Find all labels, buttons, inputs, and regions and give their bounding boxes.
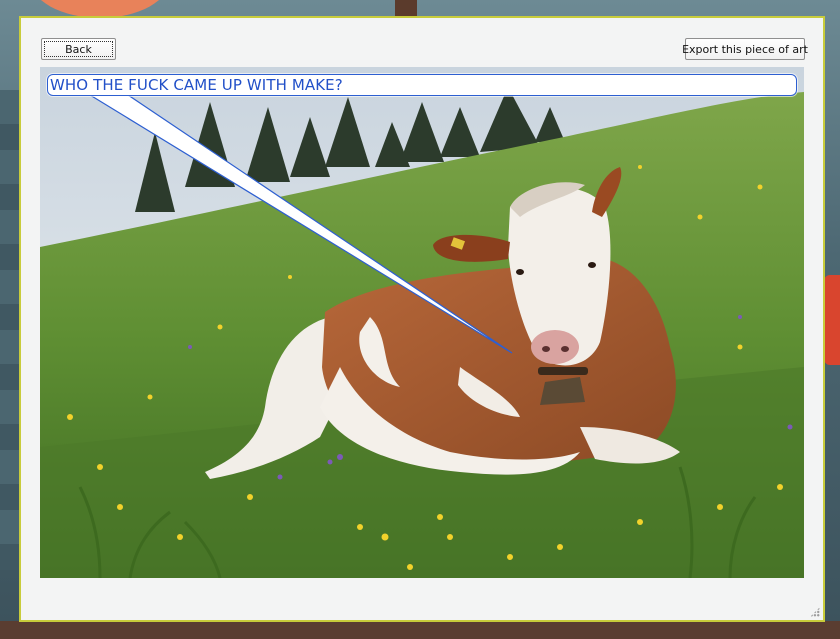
resize-grip-icon[interactable]: [810, 607, 820, 617]
export-art-button[interactable]: Export this piece of art: [682, 38, 808, 60]
speech-bubble-text: WHO THE FUCK CAME UP WITH MAKE?: [50, 76, 343, 94]
art-preview-window: Back Export this piece of art WHO THE FU…: [19, 16, 825, 622]
backdrop-floor: [0, 621, 840, 639]
back-button[interactable]: Back: [41, 38, 116, 60]
artwork-canvas: WHO THE FUCK CAME UP WITH MAKE?: [40, 67, 804, 578]
speech-bubble: WHO THE FUCK CAME UP WITH MAKE?: [47, 74, 797, 96]
cow-meadow-picture: [40, 67, 804, 578]
backdrop-red-shape: [824, 275, 840, 365]
